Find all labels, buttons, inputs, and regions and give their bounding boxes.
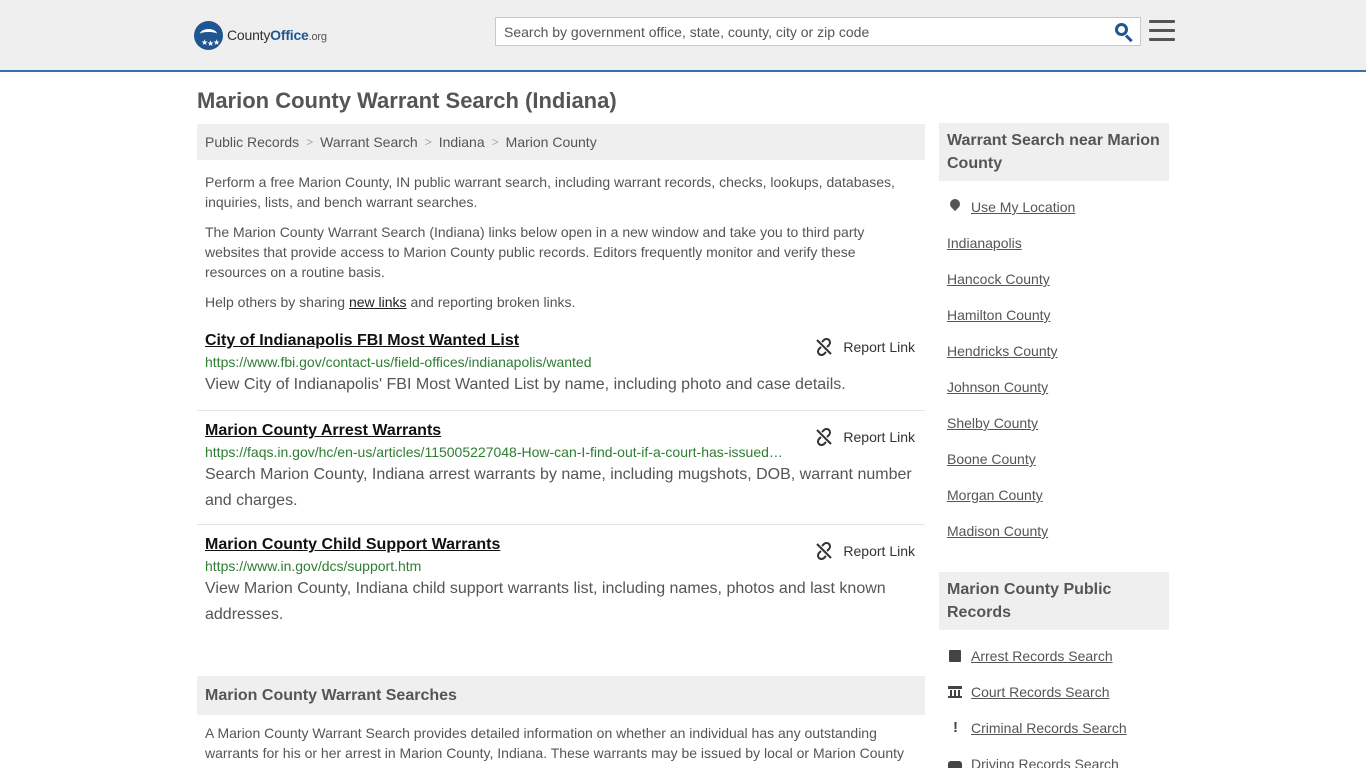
report-link-button[interactable]: Report Link xyxy=(815,428,915,446)
breadcrumb: Public Records > Warrant Search > Indian… xyxy=(197,124,925,160)
report-link-label: Report Link xyxy=(843,429,915,445)
result-description: View City of Indianapolis' FBI Most Want… xyxy=(205,376,846,393)
nearby-link[interactable]: Boone County xyxy=(947,451,1036,467)
breadcrumb-indiana[interactable]: Indiana xyxy=(439,134,485,150)
search-icon[interactable] xyxy=(1114,22,1134,43)
use-my-location-link[interactable]: Use My Location xyxy=(971,199,1075,215)
exclamation-icon: ! xyxy=(953,719,958,736)
sidebar-public-records: Marion County Public Records Arrest Reco… xyxy=(939,572,1169,768)
intro-paragraph: Perform a free Marion County, IN public … xyxy=(205,174,895,210)
breadcrumb-warrant-search[interactable]: Warrant Search xyxy=(320,134,418,150)
nearby-link[interactable]: Hamilton County xyxy=(947,307,1051,323)
sidebar-heading-public-records: Marion County Public Records xyxy=(939,572,1169,630)
result-item: Marion County Arrest Warrants Report Lin… xyxy=(197,411,925,525)
list-item: Johnson County xyxy=(947,369,1161,405)
logo-text: CountyOffice.org xyxy=(227,27,327,43)
car-icon xyxy=(947,756,963,768)
result-item: Marion County Child Support Warrants Rep… xyxy=(197,525,925,636)
section-heading-warrant-searches: Marion County Warrant Searches xyxy=(197,676,925,715)
courthouse-icon xyxy=(947,684,963,700)
result-title-link[interactable]: Marion County Arrest Warrants xyxy=(205,422,441,440)
report-link-button[interactable]: Report Link xyxy=(815,338,915,356)
result-title-link[interactable]: City of Indianapolis FBI Most Wanted Lis… xyxy=(205,332,519,350)
chevron-right-icon: > xyxy=(491,135,499,149)
list-item: Hendricks County xyxy=(947,333,1161,369)
list-item: ! Criminal Records Search xyxy=(947,710,1161,746)
nearby-link[interactable]: Madison County xyxy=(947,523,1048,539)
chevron-right-icon: > xyxy=(424,135,432,149)
map-pin-icon xyxy=(947,196,963,215)
list-item: Shelby County xyxy=(947,405,1161,441)
broken-link-icon xyxy=(816,428,833,446)
broken-link-icon xyxy=(816,542,833,560)
result-item: City of Indianapolis FBI Most Wanted Lis… xyxy=(197,332,925,411)
nearby-link[interactable]: Indianapolis xyxy=(947,235,1022,251)
broken-link-icon xyxy=(816,338,833,356)
list-item: Madison County xyxy=(947,513,1161,549)
result-url[interactable]: https://www.in.gov/dcs/support.htm xyxy=(205,558,785,574)
public-records-list: Arrest Records Search Court Records Sear… xyxy=(939,638,1169,768)
driving-records-link[interactable]: Driving Records Search xyxy=(971,756,1119,768)
site-logo[interactable]: ★ ★ ★ CountyOffice.org xyxy=(194,20,327,50)
search-bar xyxy=(495,17,1141,46)
list-item: Court Records Search xyxy=(947,674,1161,710)
sidebar-heading-nearby: Warrant Search near Marion County xyxy=(939,123,1169,181)
list-item: Arrest Records Search xyxy=(947,638,1161,674)
intro-text: Perform a free Marion County, IN public … xyxy=(197,172,925,312)
report-link-label: Report Link xyxy=(843,543,915,559)
list-item: Hamilton County xyxy=(947,297,1161,333)
warrant-searches-text: A Marion County Warrant Search provides … xyxy=(205,725,905,761)
arrest-records-icon xyxy=(947,648,963,664)
criminal-records-link[interactable]: Criminal Records Search xyxy=(971,720,1127,736)
nearby-list: Use My Location Indianapolis Hancock Cou… xyxy=(939,189,1169,549)
list-item: Morgan County xyxy=(947,477,1161,513)
list-item: Boone County xyxy=(947,441,1161,477)
page-title: Marion County Warrant Search (Indiana) xyxy=(197,88,617,113)
share-paragraph: Help others by sharing new links and rep… xyxy=(205,294,576,310)
search-input[interactable] xyxy=(496,18,1106,45)
hamburger-menu-icon[interactable] xyxy=(1149,20,1175,42)
chevron-right-icon: > xyxy=(306,135,314,149)
arrest-records-link[interactable]: Arrest Records Search xyxy=(971,648,1113,664)
result-url[interactable]: https://www.fbi.gov/contact-us/field-off… xyxy=(205,354,785,370)
list-item: Driving Records Search xyxy=(947,746,1161,768)
nearby-link[interactable]: Morgan County xyxy=(947,487,1043,503)
list-item: Hancock County xyxy=(947,261,1161,297)
result-description: View Marion County, Indiana child suppor… xyxy=(205,580,886,623)
report-link-button[interactable]: Report Link xyxy=(815,542,915,560)
new-links-link[interactable]: new links xyxy=(349,294,407,310)
court-records-link[interactable]: Court Records Search xyxy=(971,684,1110,700)
list-item: Use My Location xyxy=(947,189,1161,225)
nearby-link[interactable]: Shelby County xyxy=(947,415,1038,431)
nearby-link[interactable]: Hendricks County xyxy=(947,343,1058,359)
report-link-label: Report Link xyxy=(843,339,915,355)
eagle-logo-icon: ★ ★ ★ xyxy=(194,20,223,50)
breadcrumb-marion-county[interactable]: Marion County xyxy=(506,134,597,150)
nearby-link[interactable]: Johnson County xyxy=(947,379,1048,395)
result-title-link[interactable]: Marion County Child Support Warrants xyxy=(205,536,500,554)
main-content: Public Records > Warrant Search > Indian… xyxy=(197,124,925,636)
disclaimer-paragraph: The Marion County Warrant Search (Indian… xyxy=(205,224,865,280)
sidebar-nearby: Warrant Search near Marion County Use My… xyxy=(939,123,1169,549)
list-item: Indianapolis xyxy=(947,225,1161,261)
result-url[interactable]: https://faqs.in.gov/hc/en-us/articles/11… xyxy=(205,444,785,460)
breadcrumb-public-records[interactable]: Public Records xyxy=(205,134,299,150)
result-description: Search Marion County, Indiana arrest war… xyxy=(205,466,912,509)
nearby-link[interactable]: Hancock County xyxy=(947,271,1050,287)
site-header: ★ ★ ★ CountyOffice.org xyxy=(0,0,1366,72)
